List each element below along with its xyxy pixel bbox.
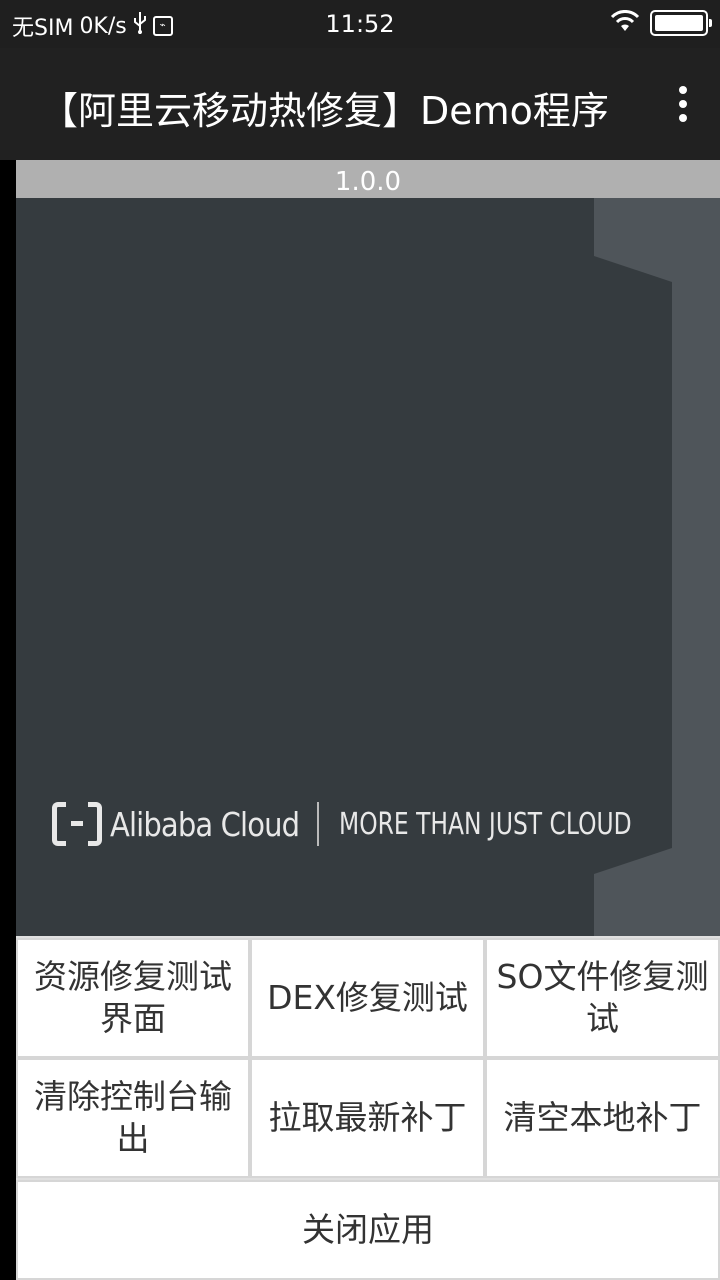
overflow-menu-icon[interactable] <box>676 86 690 122</box>
so-fix-test-button[interactable]: SO文件修复测试 <box>485 938 720 1058</box>
pull-latest-patch-label: 拉取最新补丁 <box>268 1098 467 1137</box>
brand-name: Alibaba Cloud <box>110 804 300 844</box>
clear-local-patch-button[interactable]: 清空本地补丁 <box>485 1058 720 1178</box>
clear-console-label: 清除控制台输出 <box>34 1077 232 1158</box>
pull-latest-patch-button[interactable]: 拉取最新补丁 <box>250 1058 485 1178</box>
battery-icon <box>650 10 712 36</box>
app-bar: 【阿里云移动热修复】Demo程序 <box>0 48 720 160</box>
clear-console-button[interactable]: 清除控制台输出 <box>16 1058 250 1178</box>
wifi-icon <box>610 10 640 36</box>
resource-fix-test-label: 资源修复测试界面 <box>34 957 232 1038</box>
dex-fix-test-label: DEX修复测试 <box>267 978 468 1017</box>
action-button-grid: 资源修复测试界面 DEX修复测试 SO文件修复测试 清除控制台输出 拉取最新补丁… <box>16 936 720 1280</box>
status-right <box>610 10 712 36</box>
so-fix-test-label: SO文件修复测试 <box>496 957 709 1038</box>
brand-slogan: MORE THAN JUST CLOUD <box>339 806 632 842</box>
clear-local-patch-label: 清空本地补丁 <box>503 1098 702 1137</box>
logo-divider <box>317 802 320 846</box>
alibaba-cloud-logo: Alibaba Cloud MORE THAN JUST CLOUD <box>52 802 714 846</box>
app-title: 【阿里云移动热修复】Demo程序 <box>40 89 609 133</box>
dex-fix-test-button[interactable]: DEX修复测试 <box>250 938 485 1058</box>
alibaba-cloud-mark-icon <box>52 802 102 846</box>
status-bar: 无SIM 0K/s ⌁ 11:52 <box>0 0 720 48</box>
banner-image: Alibaba Cloud MORE THAN JUST CLOUD <box>16 198 720 936</box>
close-app-button[interactable]: 关闭应用 <box>16 1180 720 1280</box>
version-label: 1.0.0 <box>16 160 720 198</box>
close-app-label: 关闭应用 <box>302 1210 434 1249</box>
resource-fix-test-button[interactable]: 资源修复测试界面 <box>16 938 250 1058</box>
